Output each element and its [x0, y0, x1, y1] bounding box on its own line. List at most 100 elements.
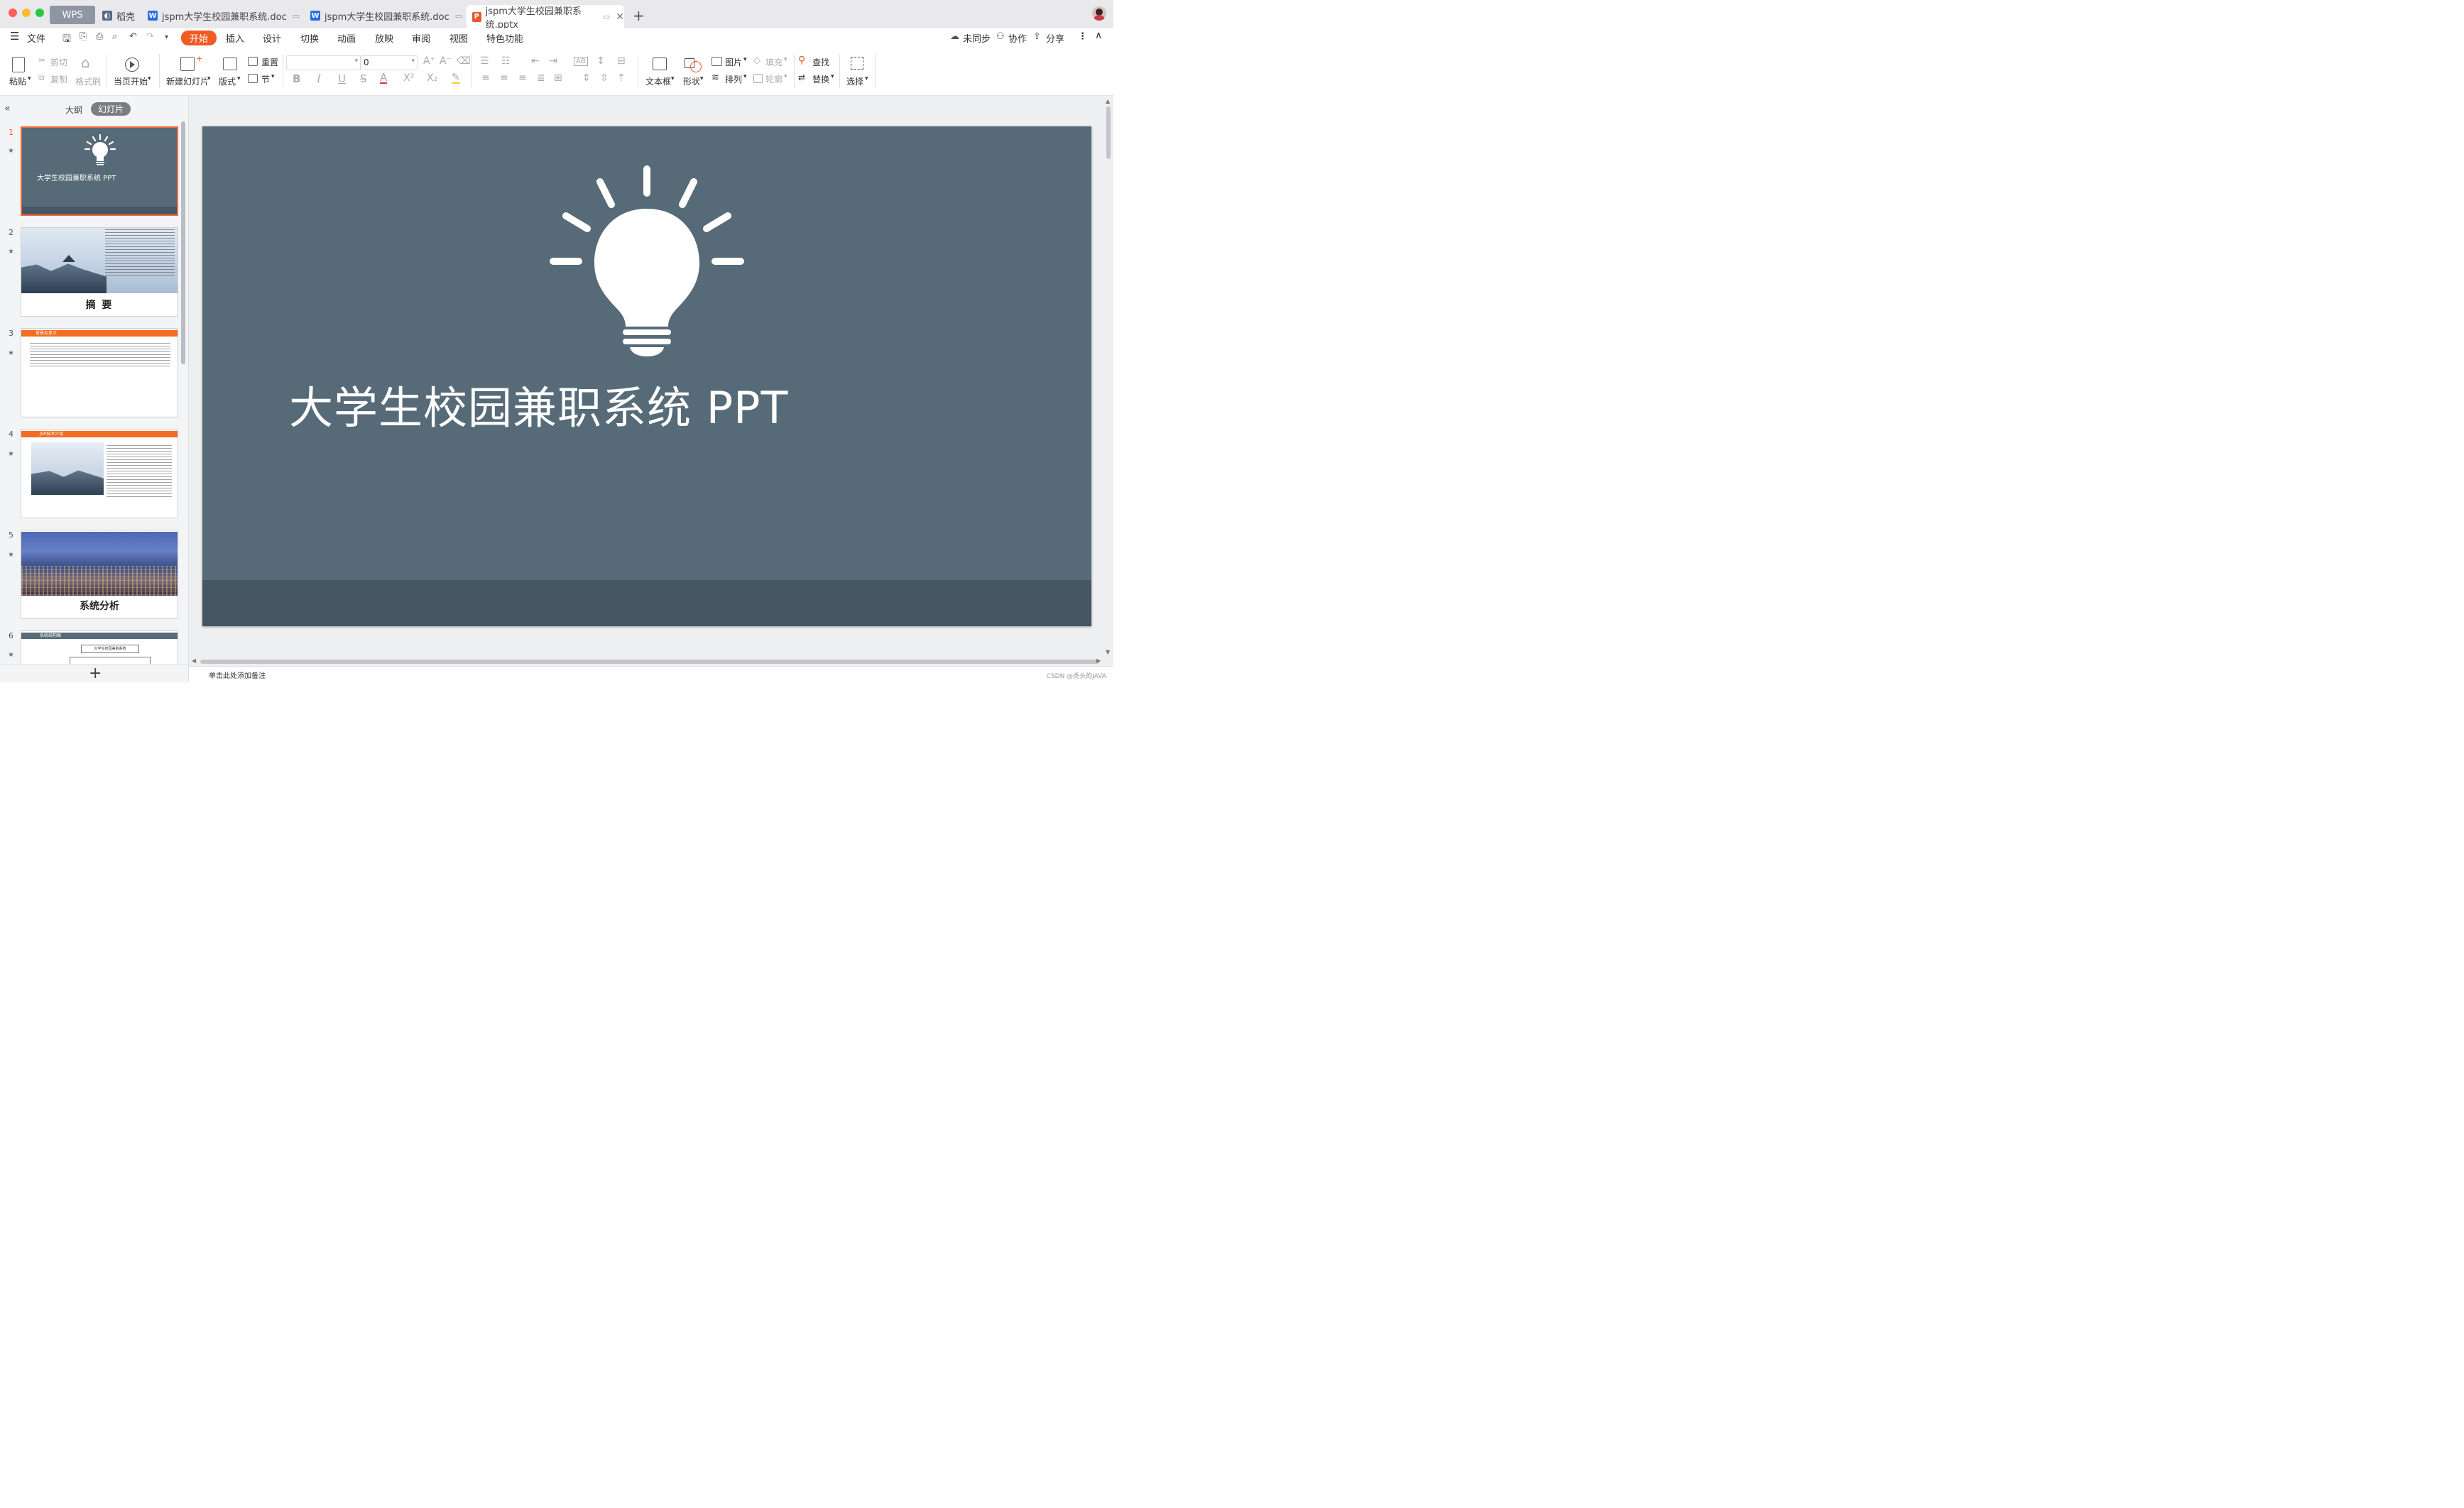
- collaborate-button[interactable]: 协作: [1008, 31, 1027, 45]
- replace-button[interactable]: ⇄ 替换 ▾: [798, 72, 835, 85]
- text-align-icon[interactable]: ⇡: [617, 72, 626, 84]
- share-button[interactable]: 分享: [1046, 31, 1064, 45]
- italic-icon[interactable]: I: [317, 72, 321, 85]
- decrease-font-icon[interactable]: A⁻: [440, 55, 452, 67]
- line-spacing-icon[interactable]: ↕: [596, 55, 605, 67]
- tab-pptx-active[interactable]: P jspm大学生校园兼职系统.pptx ▭ ✕: [467, 5, 624, 31]
- bold-icon[interactable]: B: [293, 72, 300, 85]
- tab-doc-2[interactable]: W jspm大学生校园兼职系统.doc ▭: [310, 4, 462, 27]
- find-button[interactable]: ⚲ 查找: [798, 55, 834, 68]
- current-slide-canvas[interactable]: 大学生校园兼职系统 PPT: [202, 126, 1091, 626]
- columns-icon[interactable]: ⊟: [617, 55, 626, 67]
- select-button[interactable]: 选择 ▾: [844, 53, 872, 94]
- slide-thumbnail-2[interactable]: 摘 要: [21, 227, 178, 317]
- fill-button[interactable]: ◇ 填充 ▾: [753, 55, 792, 68]
- hamburger-menu-icon[interactable]: ☰: [10, 30, 19, 43]
- slide-thumbnail-1[interactable]: 大学生校园兼职系统 PPT: [21, 126, 178, 216]
- undo-icon[interactable]: ↶: [129, 31, 137, 42]
- redo-icon[interactable]: ↷: [146, 31, 154, 42]
- close-tab-icon[interactable]: ✕: [616, 11, 624, 23]
- export-pdf-icon[interactable]: ⎘: [80, 31, 87, 42]
- picture-button[interactable]: 图片 ▾: [711, 55, 751, 68]
- paste-button[interactable]: 粘贴 ▾: [9, 53, 31, 94]
- play-from-current-button[interactable]: 当页开始 ▾: [112, 53, 153, 94]
- tab-design[interactable]: 设计: [263, 31, 281, 45]
- bullet-list-icon[interactable]: ☰: [480, 55, 489, 67]
- highlight-icon[interactable]: ✎: [452, 72, 460, 84]
- slide-thumbnail-5[interactable]: 系统分析: [21, 530, 178, 619]
- avatar[interactable]: [1092, 6, 1106, 21]
- scroll-down-icon[interactable]: ▼: [1106, 649, 1110, 655]
- tab-slideshow[interactable]: 放映: [375, 31, 393, 45]
- shape-button[interactable]: 形状 ▾: [680, 53, 707, 94]
- superscript-icon[interactable]: X²: [403, 72, 414, 84]
- thumbnail-scrollbar[interactable]: [181, 121, 185, 364]
- outline-button[interactable]: 轮廓 ▾: [753, 72, 792, 85]
- align-right-icon[interactable]: ≡: [518, 72, 527, 84]
- clear-formatting-icon[interactable]: ⌫: [457, 55, 471, 67]
- slide-title[interactable]: 大学生校园兼职系统 PPT: [289, 372, 788, 436]
- editor-vertical-scrollbar[interactable]: ▲ ▼: [1105, 98, 1112, 659]
- layout-button[interactable]: 版式 ▾: [217, 53, 243, 94]
- underline-icon[interactable]: U: [338, 72, 346, 85]
- numbered-list-icon[interactable]: ☷: [501, 55, 511, 67]
- tab-view[interactable]: 视图: [449, 31, 468, 45]
- increase-font-icon[interactable]: A⁺: [423, 55, 435, 67]
- slide-thumbnail-4[interactable]: JSP技术介绍: [21, 429, 178, 518]
- decrease-indent-icon[interactable]: ⇤: [531, 55, 540, 67]
- print-icon[interactable]: ⎙: [96, 31, 103, 42]
- tab-doc-1[interactable]: W jspm大学生校园兼职系统.doc ▭ ●: [148, 4, 316, 27]
- new-slide-button[interactable]: + 新建幻灯片 ▾: [165, 53, 213, 94]
- collapse-ribbon-icon[interactable]: ∧: [1095, 30, 1102, 41]
- collapse-panel-icon[interactable]: «: [4, 103, 11, 114]
- sync-status[interactable]: 未同步: [963, 31, 991, 45]
- tab-animations[interactable]: 动画: [337, 31, 356, 45]
- zoom-window-button[interactable]: [36, 9, 44, 17]
- new-tab-button[interactable]: +: [633, 4, 645, 27]
- tab-special-features[interactable]: 特色功能: [486, 31, 523, 45]
- print-preview-icon[interactable]: ⌕: [112, 31, 117, 42]
- scrollbar-thumb[interactable]: [200, 660, 1099, 664]
- cut-button[interactable]: ✂ 剪切: [38, 55, 74, 68]
- scroll-up-icon[interactable]: ▲: [1106, 98, 1110, 104]
- tab-transitions[interactable]: 切换: [300, 31, 319, 45]
- tab-wps-home[interactable]: WPS: [50, 6, 95, 24]
- save-icon[interactable]: 🖫: [62, 31, 71, 48]
- tab-slides[interactable]: 幻灯片: [91, 102, 131, 116]
- tab-docer[interactable]: ◐ 稻壳: [102, 4, 135, 27]
- editor-horizontal-scrollbar[interactable]: ◀ ▶: [189, 657, 1105, 666]
- strikethrough-icon[interactable]: S: [360, 72, 367, 85]
- text-box-button[interactable]: 文本框 ▾: [643, 53, 675, 94]
- quick-access-dropdown-icon[interactable]: ▾: [165, 33, 168, 41]
- distribute-icon[interactable]: ⊞: [554, 72, 562, 84]
- format-painter-button[interactable]: ⌂ 格式刷: [74, 53, 102, 94]
- font-family-select[interactable]: ▾: [286, 55, 361, 70]
- file-menu[interactable]: 文件: [27, 31, 45, 45]
- add-slide-button[interactable]: +: [89, 665, 102, 682]
- tab-review[interactable]: 审阅: [412, 31, 430, 45]
- slide-thumbnail-6[interactable]: 系统结构图 大学生校园兼职系统: [21, 630, 178, 667]
- paragraph-spacing-icon[interactable]: ⇕: [582, 72, 591, 84]
- section-button[interactable]: 节 ▾: [247, 72, 280, 85]
- minimize-window-button[interactable]: [22, 9, 31, 17]
- scrollbar-thumb[interactable]: [1106, 106, 1111, 159]
- align-left-icon[interactable]: ≡: [481, 72, 490, 84]
- font-color-icon[interactable]: A: [380, 72, 388, 84]
- reset-button[interactable]: 重置: [247, 55, 280, 68]
- align-center-icon[interactable]: ≡: [500, 72, 508, 84]
- notes-pane[interactable]: 单击此处添加备注 CSDN @秃头的JAVA: [189, 666, 1113, 682]
- vertical-align-icon[interactable]: ⇳: [600, 72, 609, 84]
- tab-home[interactable]: 开始: [181, 31, 217, 45]
- subscript-icon[interactable]: X₂: [427, 72, 437, 84]
- scroll-right-icon[interactable]: ▶: [1096, 657, 1101, 664]
- tab-outline[interactable]: 大纲: [65, 104, 82, 116]
- arrange-button[interactable]: ≋ 排列 ▾: [711, 72, 751, 85]
- close-window-button[interactable]: [9, 9, 17, 17]
- slide-thumbnail-3[interactable]: 背景及意义: [21, 328, 178, 417]
- tab-insert[interactable]: 插入: [226, 31, 244, 45]
- scroll-left-icon[interactable]: ◀: [192, 657, 196, 664]
- copy-button[interactable]: ⧉ 复制: [38, 72, 74, 85]
- justify-icon[interactable]: ≣: [537, 72, 545, 84]
- text-direction-icon[interactable]: AB: [574, 57, 588, 66]
- font-size-select[interactable]: 0 ▾: [361, 55, 418, 70]
